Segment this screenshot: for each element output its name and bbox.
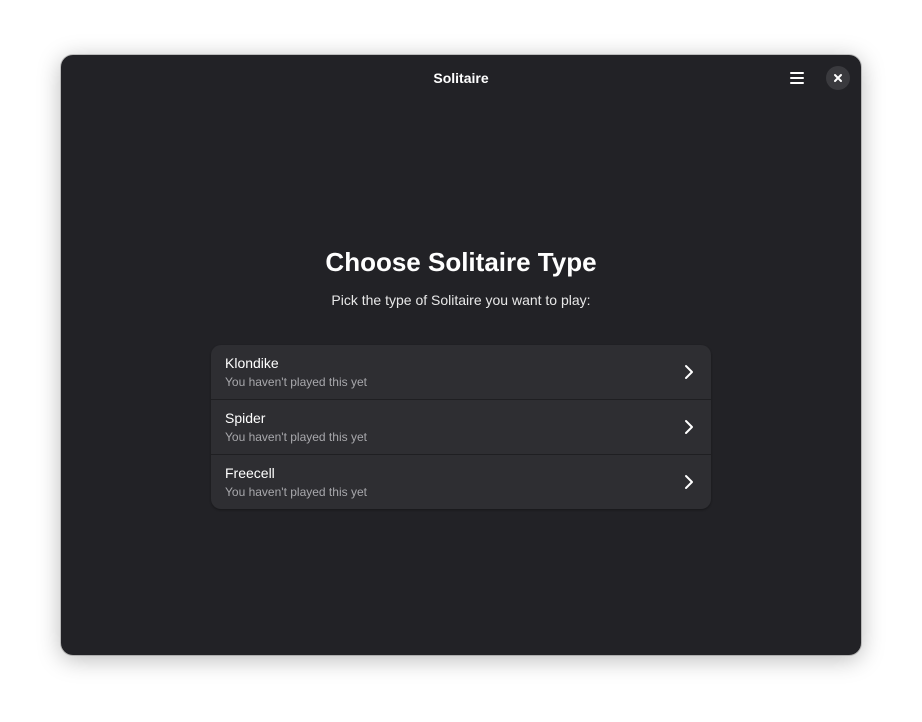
game-status: You haven't played this yet xyxy=(225,430,367,444)
game-title: Freecell xyxy=(225,465,275,481)
main-content: Choose Solitaire Type Pick the type of S… xyxy=(61,55,861,655)
game-row-spider[interactable]: Spider You haven't played this yet xyxy=(211,400,711,455)
game-type-list: Klondike You haven't played this yet Spi… xyxy=(211,345,711,509)
page-subtitle: Pick the type of Solitaire you want to p… xyxy=(331,292,591,308)
game-title: Klondike xyxy=(225,355,279,371)
chevron-right-icon xyxy=(685,420,693,434)
game-title: Spider xyxy=(225,410,266,426)
game-row-freecell[interactable]: Freecell You haven't played this yet xyxy=(211,455,711,509)
window-title: Solitaire xyxy=(433,70,489,86)
game-status: You haven't played this yet xyxy=(225,375,367,389)
header-bar: Solitaire xyxy=(61,55,861,101)
close-button[interactable] xyxy=(826,66,850,90)
close-icon xyxy=(834,74,842,82)
page-title: Choose Solitaire Type xyxy=(325,247,597,277)
hamburger-menu-icon xyxy=(790,72,804,84)
chevron-right-icon xyxy=(685,365,693,379)
chevron-right-icon xyxy=(685,475,693,489)
game-status: You haven't played this yet xyxy=(225,485,367,499)
game-row-klondike[interactable]: Klondike You haven't played this yet xyxy=(211,345,711,400)
app-window: Choose Solitaire Type Pick the type of S… xyxy=(61,55,861,655)
main-menu-button[interactable] xyxy=(782,64,812,92)
